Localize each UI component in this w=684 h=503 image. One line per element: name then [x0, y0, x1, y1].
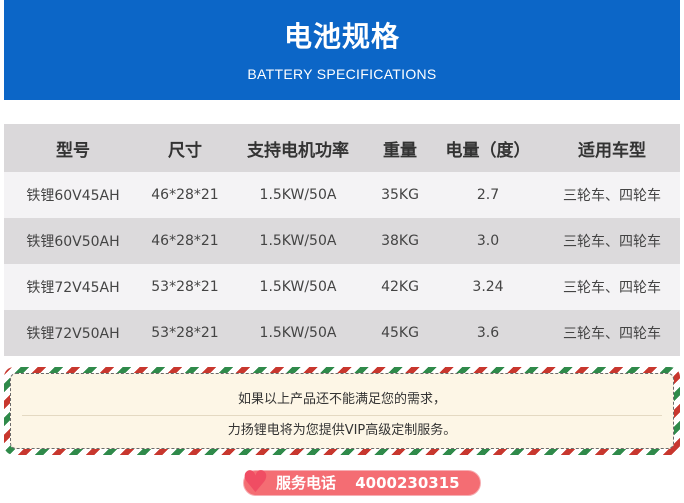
cell-vehicle-type: 三轮车、四轮车	[544, 264, 680, 310]
cell-weight: 35KG	[368, 172, 432, 218]
table-row: 铁锂72V50AH 53*28*21 1.5KW/50A 45KG 3.6 三轮…	[4, 310, 680, 356]
battery-spec-table: 型号 尺寸 支持电机功率 重量 电量（度） 适用车型 铁锂60V45AH 46*…	[4, 124, 680, 356]
table-header-row: 型号 尺寸 支持电机功率 重量 电量（度） 适用车型	[4, 124, 680, 172]
cell-size: 53*28*21	[142, 264, 228, 310]
cell-capacity: 3.6	[432, 310, 544, 356]
table-row: 铁锂72V45AH 53*28*21 1.5KW/50A 42KG 3.24 三…	[4, 264, 680, 310]
cell-size: 46*28*21	[142, 172, 228, 218]
custom-service-note: 如果以上产品还不能满足您的需求， 力扬锂电将为您提供VIP高级定制服务。	[4, 367, 680, 455]
cell-motor-power: 1.5KW/50A	[228, 218, 368, 264]
cell-capacity: 2.7	[432, 172, 544, 218]
column-header-vehicle-type: 适用车型	[544, 124, 680, 172]
column-header-capacity: 电量（度）	[432, 124, 544, 172]
cell-motor-power: 1.5KW/50A	[228, 172, 368, 218]
cell-capacity: 3.24	[432, 264, 544, 310]
cell-weight: 38KG	[368, 218, 432, 264]
cell-vehicle-type: 三轮车、四轮车	[544, 218, 680, 264]
note-divider	[22, 415, 662, 416]
column-header-motor-power: 支持电机功率	[228, 124, 368, 172]
column-header-weight: 重量	[368, 124, 432, 172]
service-hotline-button[interactable]: ♥ 服务电话 4000230315	[242, 465, 481, 500]
hotline-number: 4000230315	[355, 474, 460, 492]
note-line-1: 如果以上产品还不能满足您的需求，	[237, 392, 446, 407]
column-header-size: 尺寸	[142, 124, 228, 172]
page-title: 电池规格	[283, 20, 400, 53]
cell-model: 铁锂60V50AH	[4, 218, 142, 264]
cell-model: 铁锂60V45AH	[4, 172, 142, 218]
cell-size: 46*28*21	[142, 218, 228, 264]
table-row: 铁锂60V45AH 46*28*21 1.5KW/50A 35KG 2.7 三轮…	[4, 172, 680, 218]
cell-motor-power: 1.5KW/50A	[228, 264, 368, 310]
cell-vehicle-type: 三轮车、四轮车	[544, 172, 680, 218]
cell-model: 铁锂72V50AH	[4, 310, 142, 356]
column-header-model: 型号	[4, 124, 142, 172]
heart-icon: ♥	[242, 465, 269, 500]
header-banner: 电池规格 BATTERY SPECIFICATIONS	[4, 0, 680, 100]
table-row: 铁锂60V50AH 46*28*21 1.5KW/50A 38KG 3.0 三轮…	[4, 218, 680, 264]
cell-weight: 42KG	[368, 264, 432, 310]
page-subtitle: BATTERY SPECIFICATIONS	[247, 66, 437, 82]
cell-size: 53*28*21	[142, 310, 228, 356]
cell-vehicle-type: 三轮车、四轮车	[544, 310, 680, 356]
cell-weight: 45KG	[368, 310, 432, 356]
note-panel: 如果以上产品还不能满足您的需求， 力扬锂电将为您提供VIP高级定制服务。	[10, 373, 674, 449]
cell-capacity: 3.0	[432, 218, 544, 264]
hotline-label: 服务电话	[276, 474, 337, 492]
note-line-2: 力扬锂电将为您提供VIP高级定制服务。	[227, 423, 457, 438]
cell-model: 铁锂72V45AH	[4, 264, 142, 310]
cell-motor-power: 1.5KW/50A	[228, 310, 368, 356]
